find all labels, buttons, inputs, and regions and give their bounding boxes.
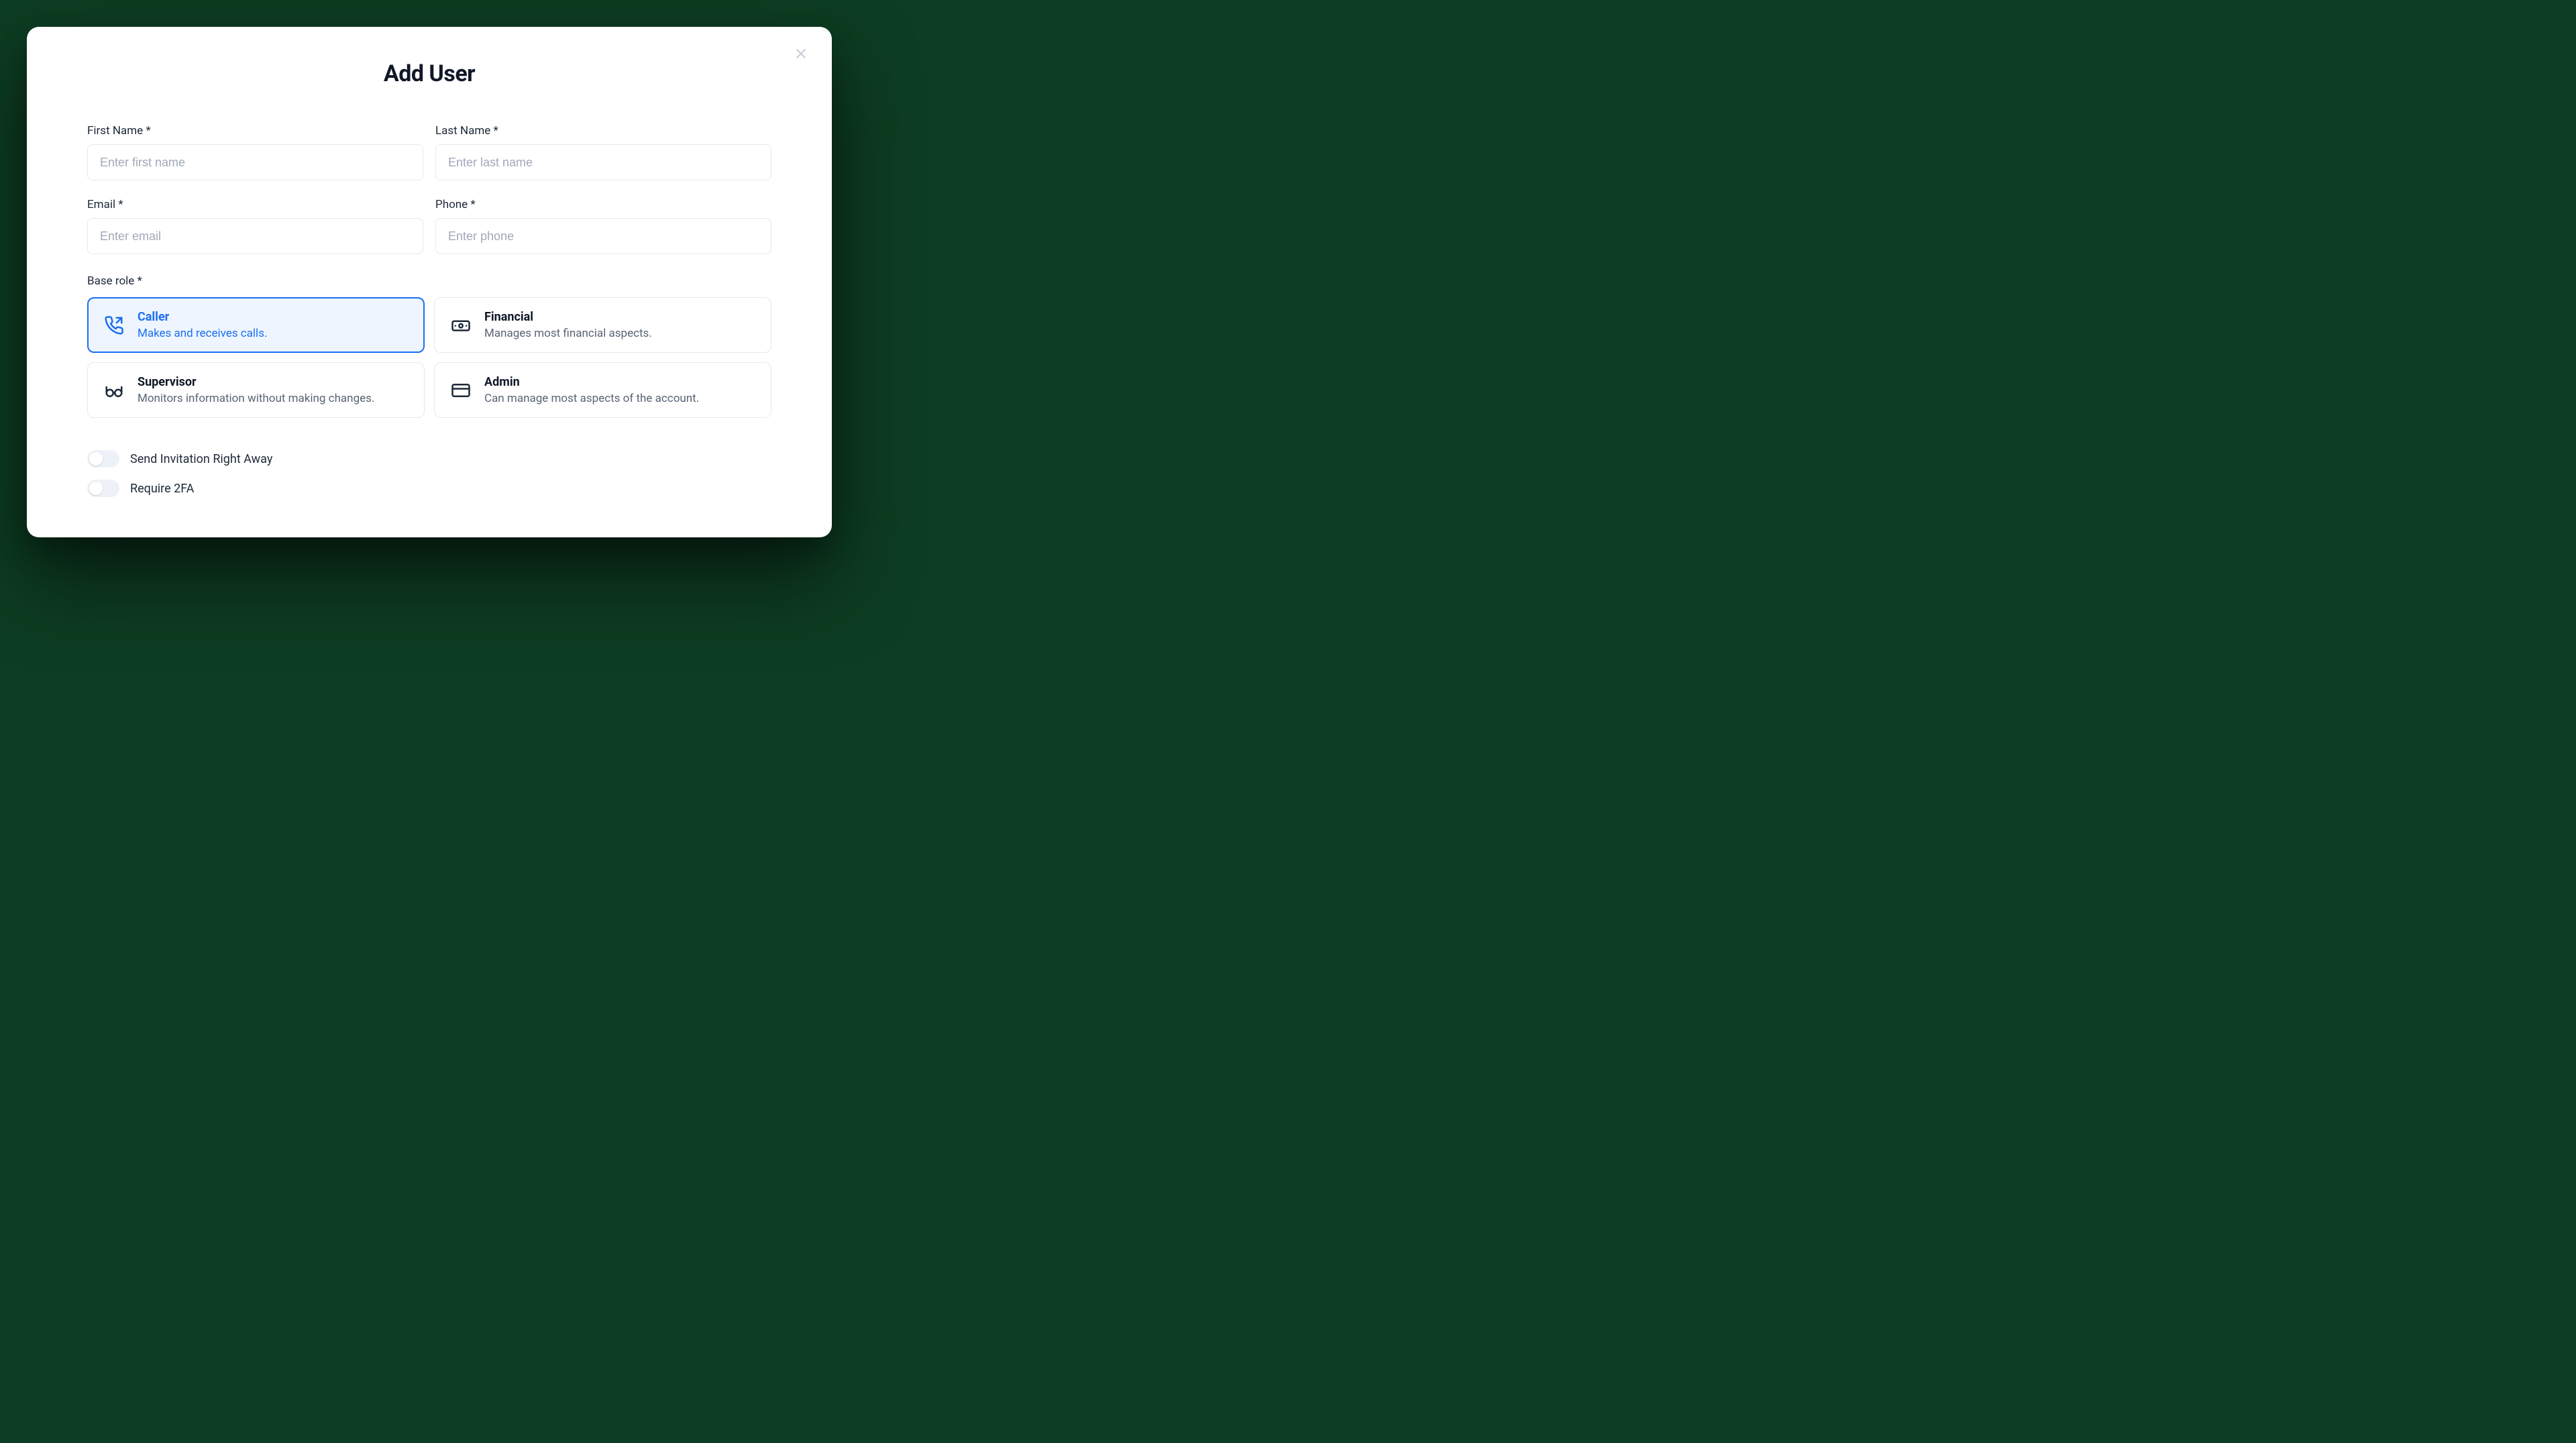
role-desc: Monitors information without making chan… bbox=[138, 392, 374, 405]
switch-label: Send Invitation Right Away bbox=[130, 452, 272, 466]
send-invitation-toggle[interactable] bbox=[87, 450, 119, 468]
role-card-admin[interactable]: Admin Can manage most aspects of the acc… bbox=[434, 362, 771, 418]
role-title: Caller bbox=[138, 310, 267, 324]
role-grid: Caller Makes and receives calls. Financi… bbox=[87, 297, 771, 418]
modal-title: Add User bbox=[87, 60, 771, 87]
phone-outgoing-icon bbox=[103, 314, 125, 337]
base-role-label: Base role * bbox=[87, 274, 771, 288]
banknote-icon bbox=[449, 314, 472, 337]
switch-list: Send Invitation Right Away Require 2FA bbox=[87, 450, 771, 497]
switch-row-require-2fa: Require 2FA bbox=[87, 480, 771, 497]
role-title: Supervisor bbox=[138, 375, 374, 389]
first-name-input[interactable] bbox=[87, 144, 423, 180]
phone-field: Phone * bbox=[435, 198, 771, 254]
role-desc: Can manage most aspects of the account. bbox=[484, 392, 699, 405]
last-name-input[interactable] bbox=[435, 144, 771, 180]
role-desc: Makes and receives calls. bbox=[138, 327, 267, 340]
email-field: Email * bbox=[87, 198, 423, 254]
close-icon bbox=[794, 47, 808, 63]
role-card-supervisor[interactable]: Supervisor Monitors information without … bbox=[87, 362, 425, 418]
glasses-icon bbox=[103, 379, 125, 402]
phone-input[interactable] bbox=[435, 218, 771, 254]
switch-label: Require 2FA bbox=[130, 482, 194, 496]
credit-card-icon bbox=[449, 379, 472, 402]
role-card-financial[interactable]: Financial Manages most financial aspects… bbox=[434, 297, 771, 353]
phone-label: Phone * bbox=[435, 198, 771, 211]
first-name-label: First Name * bbox=[87, 124, 423, 138]
first-name-field: First Name * bbox=[87, 124, 423, 180]
require-2fa-toggle[interactable] bbox=[87, 480, 119, 497]
role-title: Financial bbox=[484, 310, 652, 324]
add-user-modal: Add User First Name * Last Name * Email … bbox=[27, 27, 832, 537]
role-card-caller[interactable]: Caller Makes and receives calls. bbox=[87, 297, 425, 353]
switch-row-send-invitation: Send Invitation Right Away bbox=[87, 450, 771, 468]
last-name-field: Last Name * bbox=[435, 124, 771, 180]
role-title: Admin bbox=[484, 375, 699, 389]
close-button[interactable] bbox=[792, 46, 810, 64]
last-name-label: Last Name * bbox=[435, 124, 771, 138]
email-label: Email * bbox=[87, 198, 423, 211]
role-desc: Manages most financial aspects. bbox=[484, 327, 652, 340]
email-input[interactable] bbox=[87, 218, 423, 254]
